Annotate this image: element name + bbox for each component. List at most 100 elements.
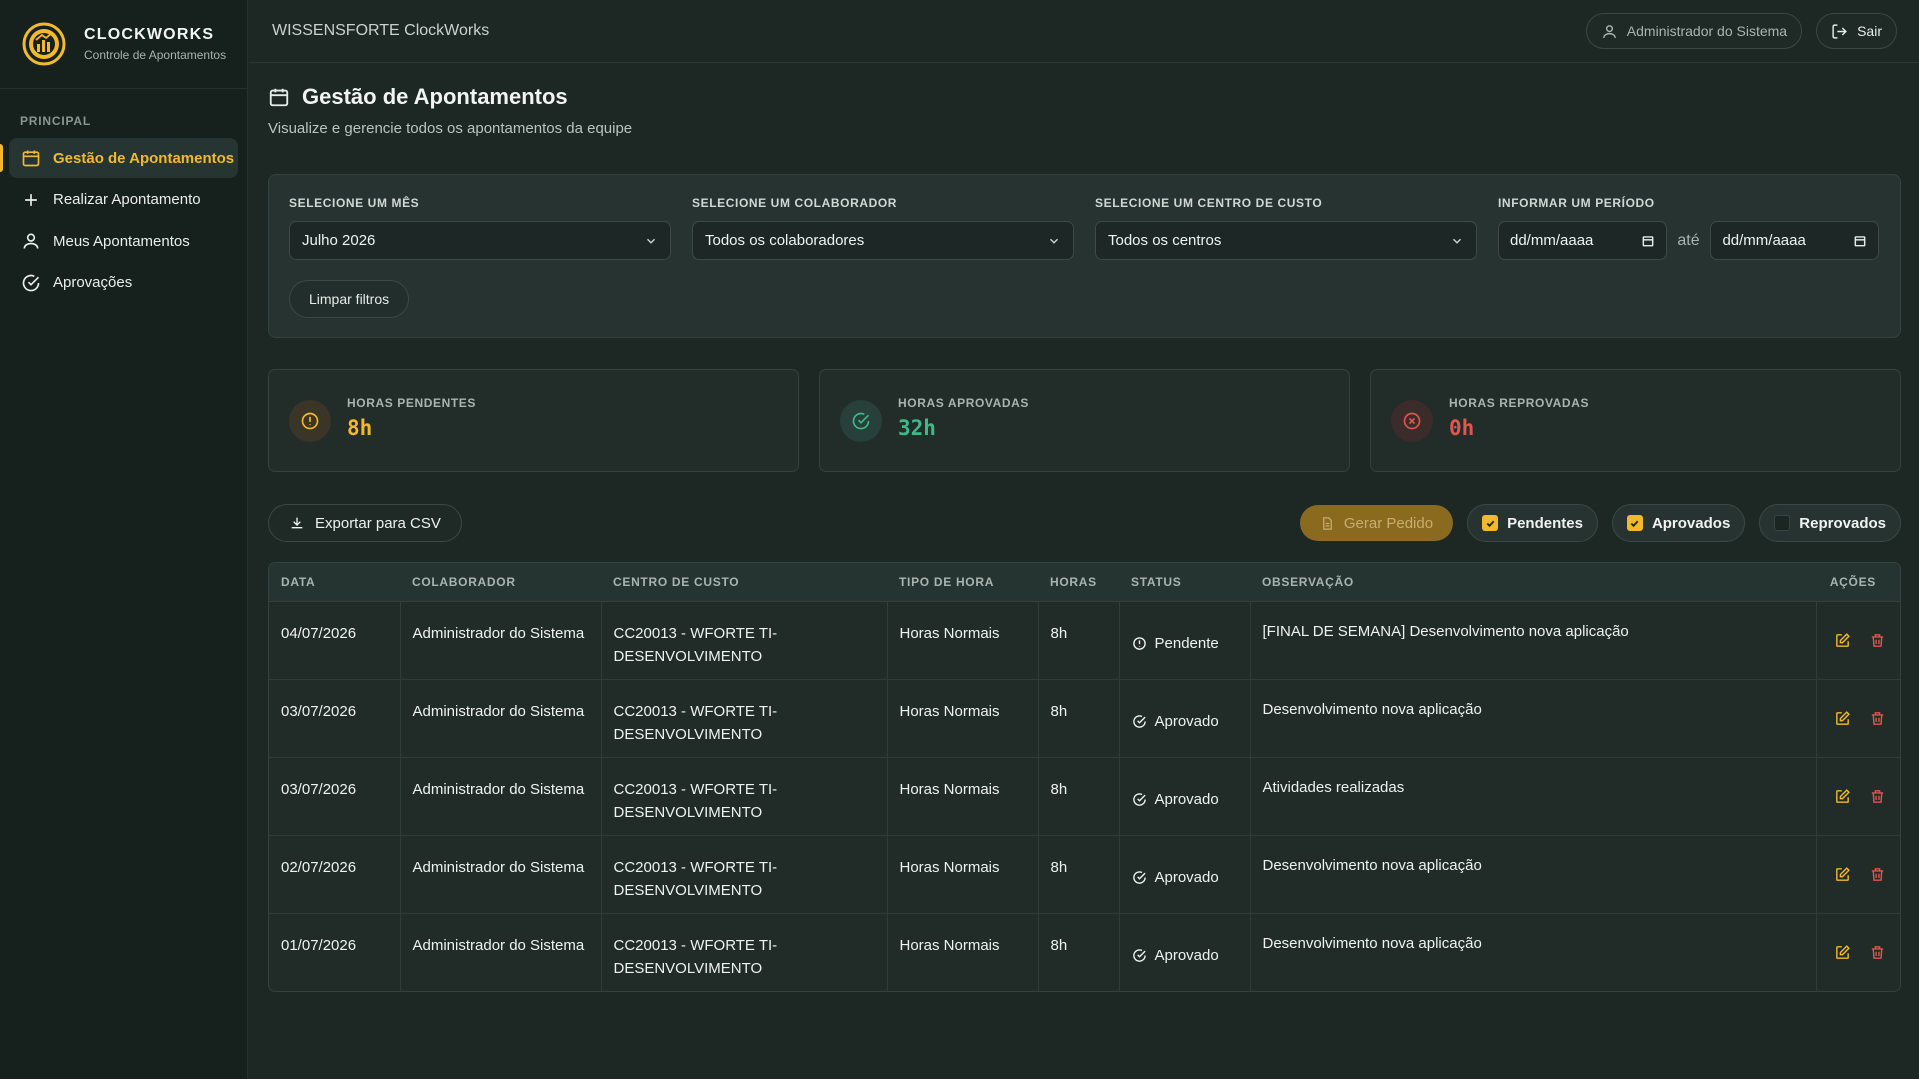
sidebar: CLOCKWORKS Controle de Apontamentos PRIN… (0, 0, 248, 1079)
cell-observation: Atividades realizadas (1250, 757, 1817, 836)
check-circle-icon (1132, 948, 1146, 962)
rejected-hours-card: HORAS REPROVADAS 0h (1370, 369, 1901, 472)
cell-cost-center: CC20013 - WFORTE TI-DESENVOLVIMENTO (601, 601, 888, 680)
sidebar-item-meus-apontamentos[interactable]: Meus Apontamentos (9, 221, 238, 261)
chevron-down-icon (1452, 238, 1462, 244)
status-badge: Aprovado (1132, 944, 1238, 967)
status-text: Pendente (1154, 634, 1219, 652)
cell-actions (1816, 679, 1900, 758)
cell-hours: 8h (1038, 679, 1120, 758)
edit-icon[interactable] (1834, 788, 1851, 805)
column-header-status[interactable]: STATUS (1119, 563, 1250, 602)
column-header-date[interactable]: DATA (269, 563, 400, 602)
filter-chip-pendentes[interactable]: Pendentes (1467, 504, 1598, 542)
filter-chip-aprovados[interactable]: Aprovados (1611, 504, 1746, 542)
trash-icon[interactable] (1869, 788, 1886, 805)
checkbox-checked-icon[interactable] (1626, 515, 1643, 531)
logout-button[interactable]: Sair (1816, 13, 1897, 49)
app-title: WISSENSFORTE ClockWorks (272, 22, 490, 39)
cell-collaborator: Administrador do Sistema (400, 913, 602, 991)
generate-order-button[interactable]: Gerar Pedido (1299, 505, 1454, 541)
table-row: 03/07/2026 Administrador do Sistema CC2001… (269, 757, 1900, 836)
x-circle-icon (1403, 412, 1421, 429)
column-header-hours[interactable]: HORAS (1038, 563, 1119, 602)
collaborator-select[interactable]: Todos os colaboradores (692, 221, 1074, 260)
filter-chip-reprovados[interactable]: Reprovados (1759, 504, 1901, 542)
user-icon (23, 233, 39, 249)
status-badge: Pendente (1132, 632, 1238, 655)
cell-observation: [FINAL DE SEMANA] Desenvolvimento nova a… (1250, 601, 1817, 680)
trash-icon[interactable] (1869, 944, 1886, 961)
cell-hour-type: Horas Normais (887, 601, 1039, 680)
sidebar-item-label: Realizar Apontamento (53, 191, 201, 208)
collaborator-select-value: Todos os colaboradores (705, 232, 865, 249)
trash-icon[interactable] (1869, 632, 1886, 649)
cell-cost-center: CC20013 - WFORTE TI-DESENVOLVIMENTO (601, 913, 888, 991)
checkbox-unchecked-icon[interactable] (1774, 515, 1791, 531)
trash-icon[interactable] (1869, 866, 1886, 883)
logout-label: Sair (1857, 23, 1882, 39)
collaborator-filter-label: SELECIONE UM COLABORADOR (692, 196, 898, 210)
period-separator: até (1677, 231, 1700, 249)
edit-icon[interactable] (1834, 710, 1851, 727)
status-badge: Aprovado (1132, 710, 1238, 733)
cell-cost-center: CC20013 - WFORTE TI-DESENVOLVIMENTO (601, 757, 888, 836)
cell-date: 03/07/2026 (269, 679, 401, 758)
document-icon (1322, 516, 1332, 530)
sidebar-item-label: Meus Apontamentos (53, 232, 190, 250)
cell-date: 04/07/2026 (269, 601, 401, 680)
edit-icon[interactable] (1834, 866, 1851, 883)
month-select[interactable]: Julho 2026 (289, 221, 671, 260)
cell-collaborator: Administrador do Sistema (400, 679, 602, 758)
approved-hours-card: HORAS APROVADAS 32h (819, 369, 1350, 472)
clock-icon (1132, 636, 1146, 650)
calendar-icon (269, 88, 289, 107)
month-filter-label: SELECIONE UM MÊS (289, 196, 420, 210)
sidebar-item-aprovacoes[interactable]: Aprovações (9, 263, 238, 303)
clear-filters-button[interactable]: Limpar filtros (289, 280, 410, 318)
cell-cost-center: CC20013 - WFORTE TI-DESENVOLVIMENTO (601, 835, 888, 914)
calendar-icon[interactable] (1853, 234, 1867, 248)
date-from-input[interactable]: dd/mm/aaaa (1498, 221, 1667, 260)
cell-date: 02/07/2026 (269, 835, 401, 914)
trash-icon[interactable] (1869, 710, 1886, 727)
column-header-cost-center[interactable]: CENTRO DE CUSTO (601, 563, 887, 602)
cell-observation: Desenvolvimento nova aplicação (1250, 835, 1817, 914)
date-to-placeholder: dd/mm/aaaa (1722, 232, 1806, 249)
rejected-hours-value: 0h (1449, 415, 1475, 440)
page-title: Gestão de Apontamentos (268, 84, 1901, 110)
cell-hours: 8h (1038, 757, 1120, 836)
table-toolbar: Exportar para CSV Gerar Pedido Pendentes… (268, 504, 1901, 542)
user-menu-button[interactable]: Administrador do Sistema (1585, 13, 1803, 49)
chevron-down-icon (646, 238, 656, 244)
approved-hours-label: HORAS APROVADAS (898, 395, 1030, 410)
edit-icon[interactable] (1834, 944, 1851, 961)
sidebar-item-label: Aprovações (53, 274, 133, 291)
brand: CLOCKWORKS Controle de Apontamentos (0, 0, 247, 89)
cell-status: Aprovado (1119, 757, 1251, 836)
sidebar-item-gestao-apontamentos[interactable]: Gestão de Apontamentos (0, 138, 238, 178)
check-circle-icon (1132, 870, 1146, 884)
cell-actions (1816, 913, 1900, 991)
sidebar-item-realizar-apontamento[interactable]: Realizar Apontamento (9, 180, 238, 220)
user-icon (1602, 24, 1616, 38)
chip-label: Aprovados (1651, 514, 1731, 532)
date-from-placeholder: dd/mm/aaaa (1510, 232, 1594, 249)
table-row: 03/07/2026 Administrador do Sistema CC2001… (269, 679, 1900, 758)
edit-icon[interactable] (1834, 632, 1851, 649)
cell-hour-type: Horas Normais (887, 835, 1039, 914)
date-to-input[interactable]: dd/mm/aaaa (1710, 221, 1879, 260)
column-header-hour-type[interactable]: TIPO DE HORA (887, 563, 1038, 602)
column-header-observation[interactable]: OBSERVAÇÃO (1250, 563, 1816, 602)
cost-center-select-value: Todos os centros (1108, 232, 1222, 249)
cost-center-select[interactable]: Todos os centros (1095, 221, 1477, 260)
cell-actions (1816, 601, 1900, 680)
cell-hour-type: Horas Normais (887, 757, 1039, 836)
column-header-collaborator[interactable]: COLABORADOR (400, 563, 601, 602)
cell-collaborator: Administrador do Sistema (400, 835, 602, 914)
calendar-icon[interactable] (1641, 234, 1655, 248)
table-row: 04/07/2026 Administrador do Sistema CC2001… (269, 601, 1900, 680)
checkbox-checked-icon[interactable] (1482, 515, 1499, 531)
cell-status: Aprovado (1119, 679, 1251, 758)
export-csv-button[interactable]: Exportar para CSV (268, 504, 462, 542)
